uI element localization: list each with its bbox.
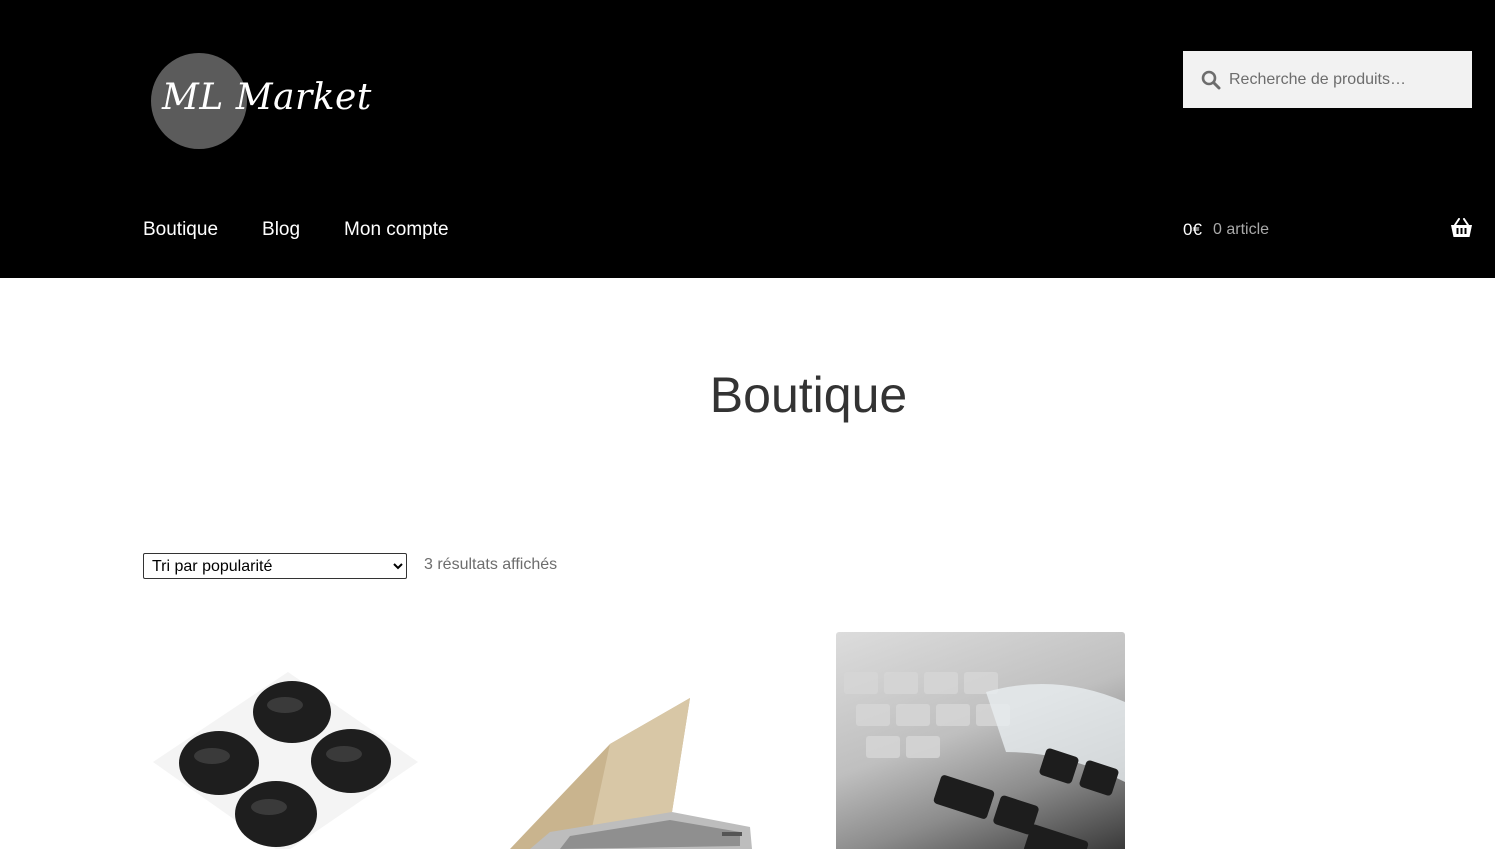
keyboard-cover-image	[844, 672, 1125, 849]
product-card[interactable]	[143, 632, 432, 849]
page-title: Boutique	[709, 367, 908, 423]
nav-item-mon-compte[interactable]: Mon compte	[344, 216, 449, 244]
site-header: ML Market Boutique Blog Mon compte 0€ 0 …	[0, 0, 1495, 278]
nav-item-boutique[interactable]: Boutique	[143, 216, 218, 244]
laptop-shell-image	[490, 632, 779, 849]
cart-amount: 0€	[1183, 220, 1202, 239]
sort-select[interactable]: Tri par popularité	[143, 553, 407, 579]
primary-navigation: Boutique Blog Mon compte	[143, 216, 493, 244]
logo-text: ML Market	[162, 77, 372, 118]
site-logo[interactable]: ML Market	[151, 53, 371, 153]
basket-icon	[1451, 218, 1472, 237]
product-search	[1183, 51, 1472, 108]
result-count: 3 résultats affichés	[424, 556, 558, 573]
mini-cart[interactable]: 0€ 0 article	[1183, 216, 1473, 244]
product-card[interactable]	[836, 632, 1125, 849]
rubber-feet-image	[143, 632, 432, 849]
search-input[interactable]	[1229, 51, 1465, 108]
nav-item-blog[interactable]: Blog	[262, 216, 300, 244]
cart-count: 0 article	[1213, 221, 1270, 238]
search-icon	[1201, 70, 1221, 90]
product-card[interactable]	[490, 632, 779, 849]
